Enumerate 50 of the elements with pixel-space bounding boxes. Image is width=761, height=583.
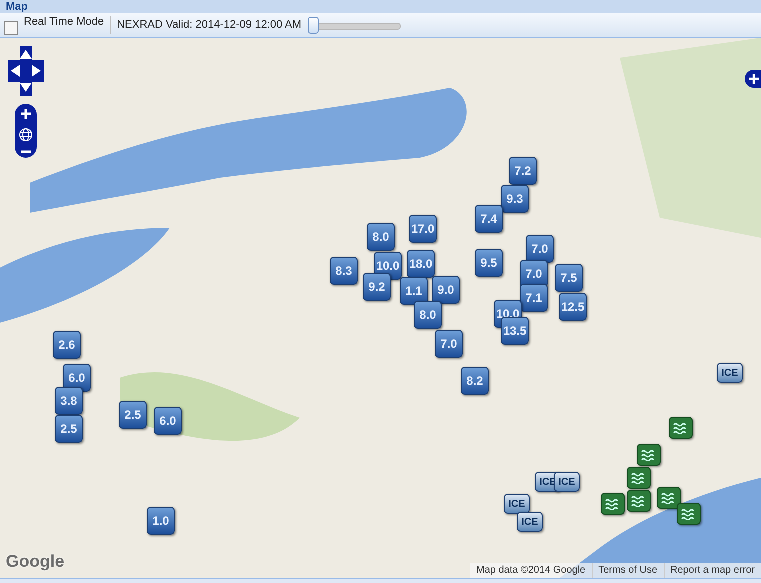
flood-marker-icon[interactable]	[601, 493, 625, 515]
snowfall-marker[interactable]: 2.6	[53, 331, 81, 359]
snowfall-marker[interactable]: 8.3	[330, 257, 358, 285]
snowfall-marker[interactable]: 1.1	[400, 277, 428, 305]
real-time-label: Real Time Mode	[24, 16, 104, 28]
zoom-out-icon[interactable]	[20, 150, 32, 154]
snowfall-marker[interactable]: 7.1	[520, 284, 548, 312]
snowfall-marker[interactable]: 12.5	[559, 293, 587, 321]
google-logo: Google	[6, 552, 65, 572]
map-data-credit: Map data ©2014 Google	[475, 564, 587, 578]
snowfall-marker[interactable]: 8.2	[461, 367, 489, 395]
snowfall-marker[interactable]: 9.0	[432, 276, 460, 304]
snowfall-marker[interactable]: 9.3	[501, 185, 529, 213]
snowfall-marker[interactable]: 13.5	[501, 317, 529, 345]
snowfall-marker[interactable]: 9.5	[475, 249, 503, 277]
panel-title: Map	[6, 0, 28, 12]
real-time-checkbox[interactable]	[4, 21, 18, 35]
snowfall-marker[interactable]: 2.5	[55, 415, 83, 443]
snowfall-marker[interactable]: 1.0	[147, 507, 175, 535]
ice-marker[interactable]: ICE	[504, 494, 530, 514]
flood-marker-icon[interactable]	[677, 503, 701, 525]
snowfall-marker[interactable]: 9.2	[363, 273, 391, 301]
snowfall-marker[interactable]: 7.0	[435, 330, 463, 358]
expand-plus-icon[interactable]	[745, 70, 761, 88]
flood-marker-icon[interactable]	[669, 417, 693, 439]
snowfall-marker[interactable]: 7.4	[475, 205, 503, 233]
slider-thumb[interactable]	[308, 16, 319, 34]
snowfall-marker[interactable]: 8.0	[367, 223, 395, 251]
globe-icon[interactable]	[19, 128, 33, 142]
flood-marker-icon[interactable]	[637, 444, 661, 466]
flood-marker-icon[interactable]	[657, 487, 681, 509]
snowfall-marker[interactable]: 2.5	[119, 401, 147, 429]
pan-control-icon[interactable]	[8, 46, 44, 96]
zoom-in-icon[interactable]	[20, 108, 32, 120]
snowfall-marker[interactable]: 7.0	[526, 235, 554, 263]
nexrad-valid-label: NEXRAD Valid: 2014-12-09 12:00 AM	[117, 19, 302, 31]
snowfall-marker[interactable]: 7.5	[555, 264, 583, 292]
report-map-error-link[interactable]: Report a map error	[664, 563, 761, 578]
snowfall-marker[interactable]: 18.0	[407, 250, 435, 278]
flood-marker-icon[interactable]	[627, 467, 651, 489]
snowfall-marker[interactable]: 8.0	[414, 301, 442, 329]
snowfall-marker[interactable]: 3.8	[55, 387, 83, 415]
flood-marker-icon[interactable]	[627, 490, 651, 512]
ice-marker[interactable]: ICE	[517, 512, 543, 532]
snowfall-marker[interactable]: 17.0	[409, 215, 437, 243]
snowfall-marker[interactable]: 7.2	[509, 157, 537, 185]
terms-of-use-link[interactable]: Terms of Use	[592, 563, 664, 578]
ice-marker[interactable]: ICE	[554, 472, 580, 492]
ice-marker[interactable]: ICE	[717, 363, 743, 383]
snowfall-marker[interactable]: 6.0	[154, 407, 182, 435]
